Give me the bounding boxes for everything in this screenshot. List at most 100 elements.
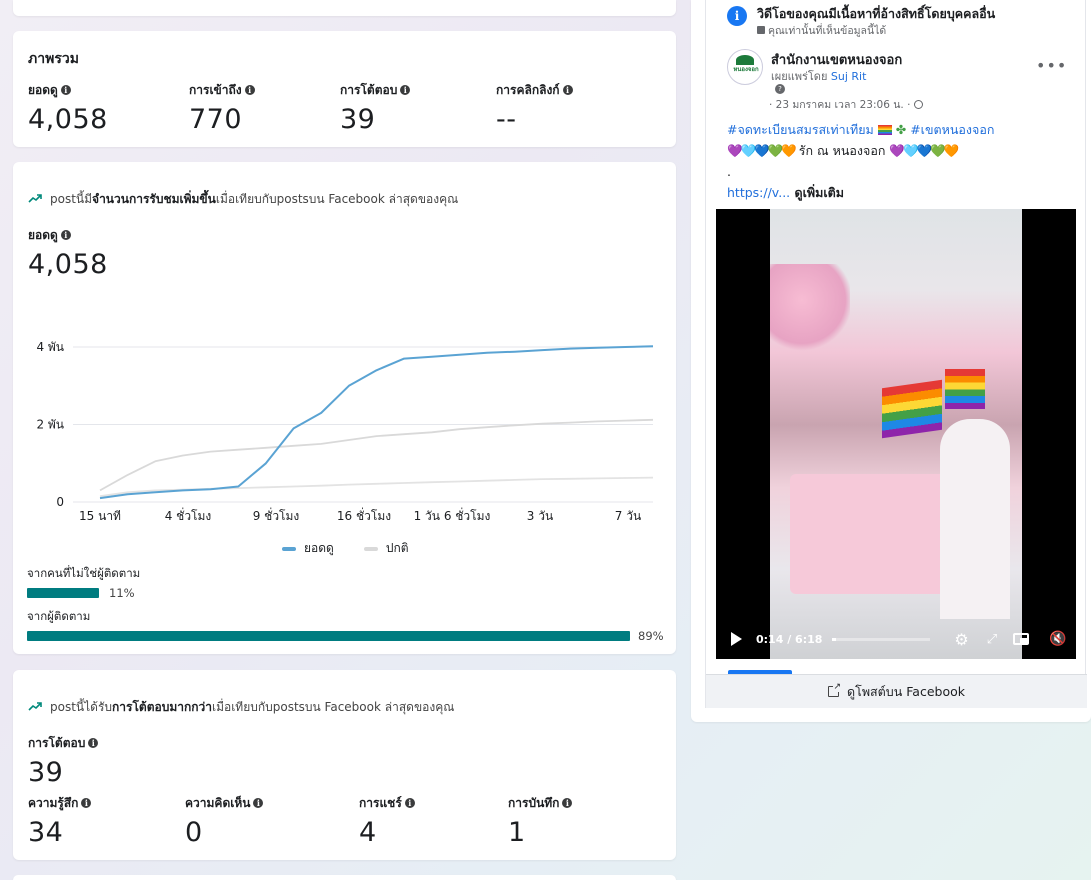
rainbow-flag-icon	[877, 125, 892, 135]
info-icon[interactable]: i	[562, 85, 573, 95]
metric-value: 770	[189, 104, 243, 135]
metric-reach: การเข้าถึง i 770	[189, 81, 255, 135]
avatar-logo	[736, 55, 754, 65]
post-date-text: · 23 มกราคม เวลา 23:06 น. ·	[769, 99, 911, 111]
metric-label: การบันทึก	[508, 796, 560, 810]
video-time: 0:14 / 6:18	[756, 632, 823, 646]
top-partial-card	[13, 0, 676, 16]
engagement-card: postนี้ได้รับ การโต้ตอบมากกว่า เมื่อเทียบก…	[13, 670, 676, 860]
metric-value: 39	[340, 104, 376, 135]
views-metric: ยอดดู i 4,058	[28, 226, 108, 280]
x-tick-label: 16 ชั่วโมง	[337, 507, 391, 523]
metric-label: การแชร์	[359, 796, 402, 810]
publisher-link[interactable]: Suj Rit	[831, 70, 867, 83]
post-text: #จดทะเบียนสมรสเท่าเทียม ✤ #เขตหนองจอก 💜🩵…	[727, 119, 1077, 203]
metric-value: 4,058	[28, 249, 108, 280]
comments-metric: ความคิดเห็น i 0	[185, 794, 264, 848]
notice-sub: คุณเท่านั้นที่เห็นข้อมูลนี้ได้	[757, 22, 886, 39]
page-avatar[interactable]: หนองจอก	[727, 49, 763, 85]
views-line-chart: 0 2 พัน 4 พัน 15 นาที 4 ชั่วโมง 9 ชั่วโมง 16 ช…	[36, 340, 654, 523]
dot-line: .	[727, 164, 731, 179]
legend-swatch-views	[282, 546, 296, 551]
saves-metric: การบันทึก i 1	[508, 794, 573, 848]
video-progress-track[interactable]	[832, 637, 931, 641]
picture-in-picture-icon[interactable]	[1013, 633, 1030, 645]
link-line: https://v... ดูเพิ่มเติม	[727, 182, 1077, 203]
metric-label: การโต้ตอบ	[28, 736, 86, 750]
mute-icon[interactable]: 🔇	[1049, 631, 1066, 647]
y-tick-label: 4 พัน	[36, 340, 64, 354]
clover-icon: ✤	[895, 122, 907, 137]
trending-up-icon	[28, 700, 42, 715]
info-icon[interactable]: i	[400, 85, 411, 95]
metric-label: ยอดดู	[28, 228, 58, 242]
video-flag	[882, 379, 942, 439]
y-tick-label: 0	[56, 495, 64, 509]
info-icon[interactable]: i	[244, 85, 255, 95]
info-icon[interactable]: i	[88, 738, 99, 748]
metric-value: 4,058	[28, 104, 108, 135]
post-link[interactable]: https://v...	[727, 185, 790, 200]
see-more-link[interactable]: ดูเพิ่มเติม	[790, 185, 845, 200]
more-options-button[interactable]: •••	[1036, 56, 1067, 75]
metric-value: 1	[508, 817, 526, 848]
info-icon[interactable]: i	[562, 798, 573, 808]
metric-views: ยอดดู i 4,058	[28, 81, 108, 135]
info-icon[interactable]: i	[60, 85, 71, 95]
trend-bold: จำนวนการรับชมเพิ่มขึ้น	[92, 192, 216, 206]
info-icon[interactable]: i	[253, 798, 264, 808]
x-tick-label: 9 ชั่วโมง	[253, 507, 300, 523]
trend-prefix: postนี้มี	[50, 192, 93, 206]
hearts-emoji: 💜🩵💙💚🧡	[727, 143, 797, 158]
view-on-facebook-button[interactable]: ↗ ดูโพสต์บน Facebook	[706, 674, 1087, 708]
engagement-metric: การโต้ตอบ i 39	[28, 734, 99, 788]
video-player[interactable]: 0:14 / 6:18 ⚙ ⤢ 🔇	[716, 209, 1076, 659]
settings-gear-icon[interactable]: ⚙	[954, 630, 968, 649]
video-person	[940, 419, 1010, 619]
trend-suffix: เมื่อเทียบกับpostsบน Facebook ล่าสุดของค…	[211, 700, 455, 714]
x-tick-label: 4 ชั่วโมง	[165, 507, 212, 523]
followers-bar-track: 89%	[27, 629, 664, 643]
globe-icon	[913, 100, 923, 109]
metric-label: ความรู้สึก	[28, 796, 79, 810]
metric-label: การคลิกลิงก์	[496, 83, 560, 97]
metric-label: การเข้าถึง	[189, 83, 242, 97]
info-icon[interactable]: i	[60, 230, 71, 240]
hashtag-equal-marriage[interactable]: #จดทะเบียนสมรสเท่าเทียม	[727, 122, 874, 137]
info-icon[interactable]: i	[81, 798, 92, 808]
external-link-icon: ↗	[827, 682, 841, 697]
pip-inner	[1020, 638, 1028, 643]
overview-card: ภาพรวม ยอดดู i 4,058 การเข้าถึง i 770 การโ…	[13, 31, 676, 147]
legend-item-views[interactable]: ยอดดู	[282, 539, 334, 558]
followers-label: จากผู้ติดตาม	[27, 609, 91, 623]
video-frame	[770, 209, 1022, 659]
metric-link-clicks: การคลิกลิงก์ i --	[496, 81, 573, 135]
followers-bar	[27, 631, 630, 641]
x-tick-label: 15 นาที	[79, 509, 121, 523]
more-horizontal-icon: •••	[1036, 56, 1068, 75]
info-circle-icon: i	[727, 6, 747, 26]
published-by-prefix: เผยแพร่โดย	[771, 70, 828, 83]
followers-breakdown: จากผู้ติดตาม 89%	[27, 608, 667, 643]
metric-value: 0	[185, 817, 203, 848]
legend-item-normal[interactable]: ปกติ	[363, 539, 409, 558]
hearts-emoji: 💜🩵💙💚🧡	[889, 143, 959, 158]
hashtag-district[interactable]: #เขตหนองจอก	[910, 122, 994, 137]
video-banner	[770, 264, 850, 354]
legend-label-normal: ปกติ	[385, 541, 409, 555]
info-icon[interactable]: i	[404, 798, 415, 808]
fullscreen-icon[interactable]: ⤢	[987, 632, 997, 647]
hearts-line: 💜🩵💙💚🧡 รัก ณ หนองจอก 💜🩵💙💚🧡	[727, 140, 1077, 161]
followers-pct: 89%	[638, 629, 664, 643]
trend-bold: การโต้ตอบมากกว่า	[112, 700, 212, 714]
video-table	[790, 474, 950, 594]
non-followers-bar	[27, 588, 100, 598]
x-tick-label: 1 วัน 6 ชั่วโมง	[414, 507, 491, 523]
metric-label: การโต้ตอบ	[340, 83, 398, 97]
play-icon[interactable]	[731, 632, 742, 646]
x-tick-label: 3 วัน	[527, 509, 553, 523]
metric-engagement: การโต้ตอบ i 39	[340, 81, 411, 135]
non-followers-bar-track: 11%	[27, 586, 630, 600]
metric-label: ยอดดู	[28, 83, 58, 97]
arrow-mark: ↗	[833, 682, 841, 692]
